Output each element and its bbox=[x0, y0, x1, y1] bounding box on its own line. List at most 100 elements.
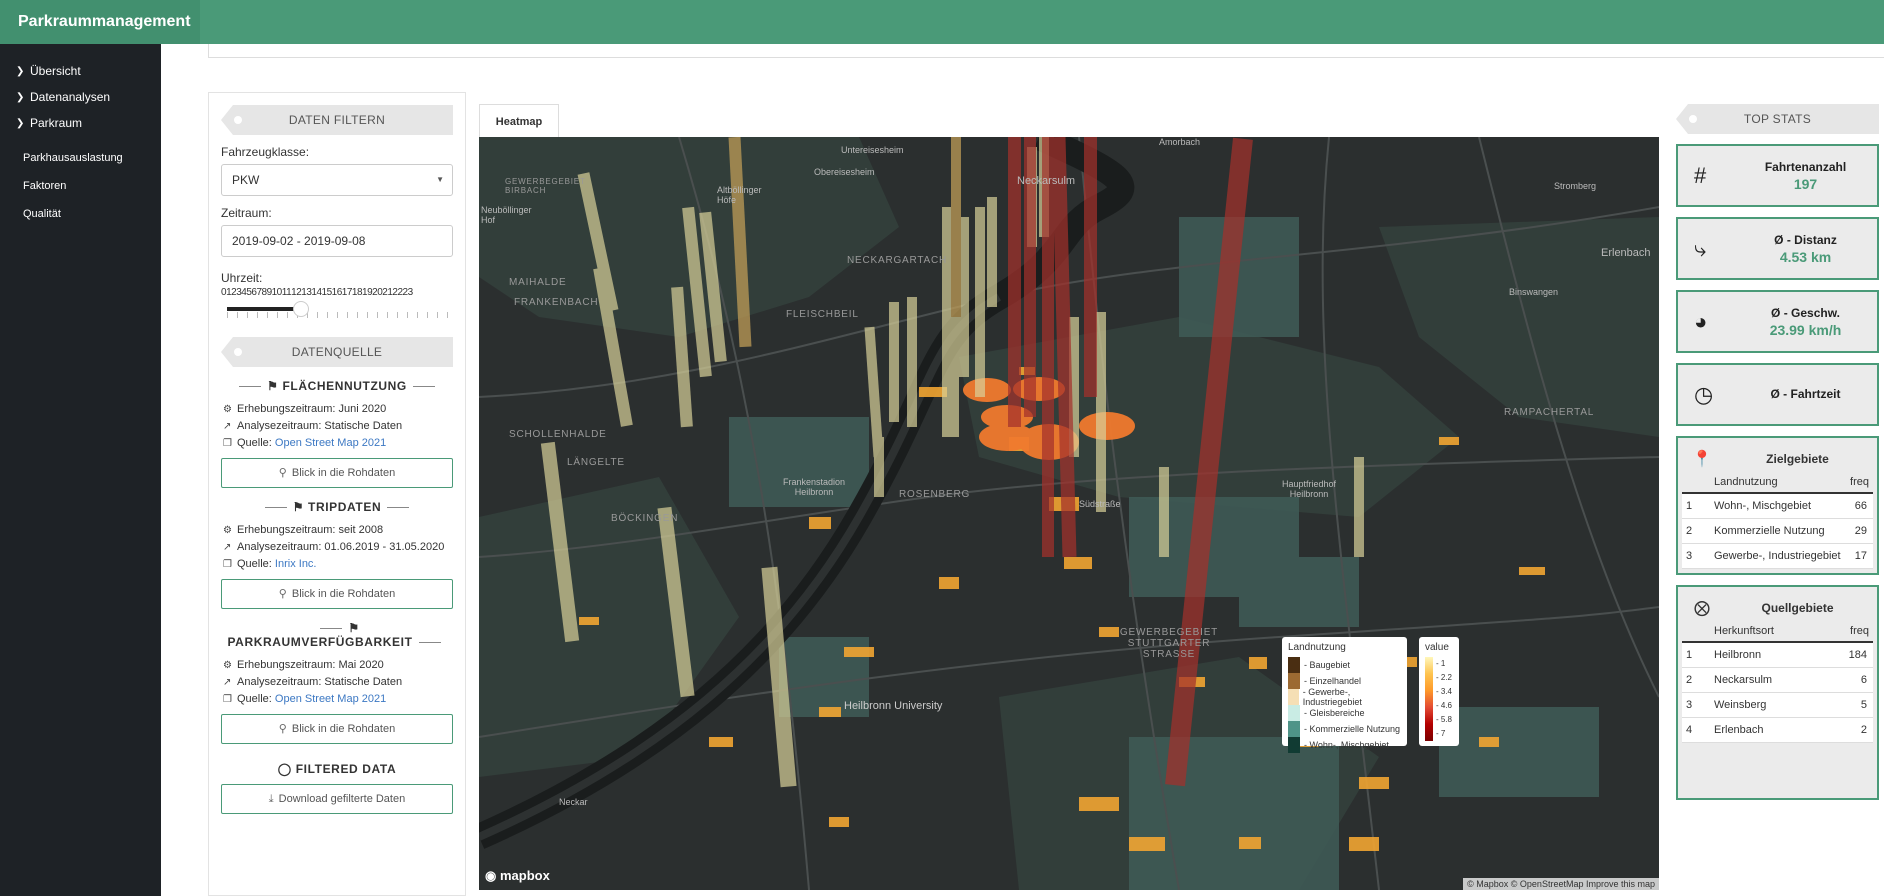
time-tick-label: 14 bbox=[311, 287, 322, 298]
map-label: NECKARGARTACH bbox=[847, 255, 948, 266]
value-legend-tick: - 3.4 bbox=[1436, 687, 1453, 696]
ziel-col-freq[interactable]: freq bbox=[1845, 472, 1873, 494]
chart-line-icon: ↗ bbox=[223, 421, 232, 432]
sidebar-item-parkraum[interactable]: ❯ Parkraum bbox=[0, 110, 161, 136]
slider-handle[interactable] bbox=[293, 301, 309, 317]
value-gradient bbox=[1425, 657, 1433, 741]
sidebar-subitem-parkhausauslastung[interactable]: Parkhausauslastung bbox=[0, 144, 161, 172]
source-link[interactable]: Inrix Inc. bbox=[275, 558, 317, 570]
time-tick-label: 21 bbox=[382, 287, 393, 298]
sidebar-subitem-faktoren[interactable]: Faktoren bbox=[0, 172, 161, 200]
mapbox-logo-label: mapbox bbox=[499, 868, 550, 883]
map-label: Südstraße bbox=[1079, 499, 1121, 509]
landuse-legend-item: - Baugebiet bbox=[1288, 657, 1401, 673]
quell-box: ⨂ Quellgebiete Herkunftsort freq 1 Heilbron… bbox=[1676, 585, 1879, 800]
table-row: 2 Kommerzielle Nutzung 29 bbox=[1682, 518, 1873, 544]
chevron-right-icon: ❯ bbox=[16, 117, 25, 129]
gears-icon: ⚙ bbox=[223, 660, 232, 671]
download-circle-icon: ◯ bbox=[277, 762, 292, 776]
source-line: ❐ Quelle: Inrix Inc. bbox=[221, 556, 453, 573]
search-icon: ⚲ bbox=[278, 723, 287, 735]
period-input[interactable]: 2019-09-02 - 2019-09-08 bbox=[221, 225, 453, 257]
download-filtered-button[interactable]: ⤓ Download gefilterte Daten bbox=[221, 784, 453, 814]
map-label: Neckarsulm bbox=[1017, 175, 1076, 187]
stat-card: # Fahrtenanzahl 197 bbox=[1676, 144, 1879, 207]
map-label: Neckar bbox=[559, 797, 588, 807]
quell-col-freq[interactable]: freq bbox=[1824, 621, 1873, 643]
row-name: Kommerzielle Nutzung bbox=[1710, 518, 1846, 544]
section-title-label: PARKRAUMVERFÜGBARKEIT bbox=[227, 635, 413, 649]
stat-value: 4.53 km bbox=[1779, 248, 1832, 265]
copy-icon: ❐ bbox=[223, 438, 232, 449]
analysis-text: Analysezeitraum: 01.06.2019 - 31.05.2020 bbox=[237, 541, 445, 553]
source-line: ❐ Quelle: Open Street Map 2021 bbox=[221, 435, 453, 452]
map-label: Neuböllinger Hof bbox=[481, 205, 532, 225]
map-label: Untereisesheim bbox=[841, 145, 904, 155]
ziel-col-landnutzung[interactable]: Landnutzung bbox=[1710, 472, 1846, 494]
survey-period: ⚙ Erhebungszeitraum: seit 2008 bbox=[221, 522, 453, 539]
map-attribution[interactable]: © Mapbox © OpenStreetMap Improve this ma… bbox=[1463, 878, 1659, 890]
row-freq: 6 bbox=[1824, 667, 1873, 693]
row-name: Heilbronn bbox=[1710, 642, 1825, 668]
row-freq: 17 bbox=[1845, 543, 1873, 569]
analysis-text: Analysezeitraum: Statische Daten bbox=[237, 676, 403, 688]
time-slider[interactable] bbox=[221, 299, 457, 319]
table-row: 1 Wohn-, Mischgebiet 66 bbox=[1682, 493, 1873, 519]
map-label: SCHOLLENHALDE bbox=[509, 429, 607, 440]
raw-data-button[interactable]: ⚲ Blick in die Rohdaten bbox=[221, 714, 453, 744]
app-title[interactable]: Parkraummanagement bbox=[0, 0, 200, 44]
filtered-data-title: ◯ FILTERED DATA bbox=[221, 762, 453, 776]
heatmap-map[interactable]: Untereisesheim Obereisesheim Altböllinge… bbox=[479, 137, 1659, 890]
raw-data-button[interactable]: ⚲ Blick in die Rohdaten bbox=[221, 458, 453, 488]
stat-card: ◷ Ø - Fahrtzeit bbox=[1676, 363, 1879, 426]
legend-item-label: - Kommerzielle Nutzung bbox=[1304, 724, 1401, 734]
map-label: LÄNGELTE bbox=[567, 457, 625, 468]
ziel-title: Zielgebiete bbox=[1766, 452, 1829, 466]
mapbox-logo[interactable]: ◉ mapbox bbox=[485, 868, 550, 884]
time-tick-label: 15 bbox=[321, 287, 333, 298]
stat-value: 197 bbox=[1793, 175, 1818, 192]
legend-item-label: - Gleisbereiche bbox=[1304, 708, 1365, 718]
time-tick-label: 23 bbox=[402, 287, 414, 298]
survey-text: Erhebungszeitraum: seit 2008 bbox=[237, 524, 384, 536]
map-label: Obereisesheim bbox=[814, 167, 875, 177]
vehicle-select[interactable]: PKW ▼ bbox=[221, 164, 453, 196]
map-label: Altböllinger Höfe bbox=[717, 185, 762, 205]
survey-text: Erhebungszeitraum: Mai 2020 bbox=[237, 659, 384, 671]
legend-item-label: - Einzelhandel bbox=[1304, 676, 1362, 686]
mapbox-icon: ◉ bbox=[485, 868, 497, 883]
stat-card: ◕ Ø - Geschw. 23.99 km/h bbox=[1676, 290, 1879, 353]
time-tick-label: 10 bbox=[271, 287, 283, 298]
landuse-legend-item: - Gleisbereiche bbox=[1288, 705, 1401, 721]
ribbon-dot bbox=[234, 116, 242, 124]
source-section-title: ⚑ PARKRAUMVERFÜGBARKEIT bbox=[221, 621, 453, 649]
source-link[interactable]: Open Street Map 2021 bbox=[275, 693, 386, 705]
time-tick-label: 11 bbox=[281, 287, 292, 298]
map-label: Amorbach bbox=[1159, 137, 1201, 147]
map-label: ROSENBERG bbox=[899, 489, 971, 500]
vehicle-select-value: PKW bbox=[232, 173, 260, 187]
row-freq: 29 bbox=[1845, 518, 1873, 544]
map-panel: Heatmap Untereisesheim Obereisesheim Alt… bbox=[466, 92, 1673, 896]
time-label: Uhrzeit: bbox=[221, 271, 263, 285]
gears-icon: ⚙ bbox=[223, 404, 232, 415]
map-label: Frankenstadion Heilbronn bbox=[782, 477, 846, 497]
top-header: Parkraummanagement bbox=[0, 0, 1884, 44]
slider-ticks bbox=[227, 312, 457, 318]
raw-data-button[interactable]: ⚲ Blick in die Rohdaten bbox=[221, 579, 453, 609]
sidebar-item-uebersicht[interactable]: ❯ Übersicht bbox=[0, 58, 161, 84]
section-title-label: TRIPDATEN bbox=[308, 500, 382, 514]
row-freq: 66 bbox=[1845, 493, 1873, 519]
pin-icon: 📍 bbox=[1692, 451, 1712, 468]
sidebar-item-datenanalysen[interactable]: ❯ Datenanalysen bbox=[0, 84, 161, 110]
source-link[interactable]: Open Street Map 2021 bbox=[275, 437, 386, 449]
sidebar-item-label: Datenanalysen bbox=[30, 90, 111, 104]
survey-text: Erhebungszeitraum: Juni 2020 bbox=[237, 403, 387, 415]
download-button-label: Download gefilterte Daten bbox=[278, 793, 406, 805]
search-icon: ⚲ bbox=[278, 588, 287, 600]
tab-heatmap[interactable]: Heatmap bbox=[479, 104, 559, 138]
download-icon: ⤓ bbox=[268, 793, 274, 805]
source-section-title: ⚑ TRIPDATEN bbox=[221, 500, 453, 514]
quell-col-herkunftsort[interactable]: Herkunftsort bbox=[1710, 621, 1825, 643]
sidebar-subitem-qualitaet[interactable]: Qualität bbox=[0, 200, 161, 228]
